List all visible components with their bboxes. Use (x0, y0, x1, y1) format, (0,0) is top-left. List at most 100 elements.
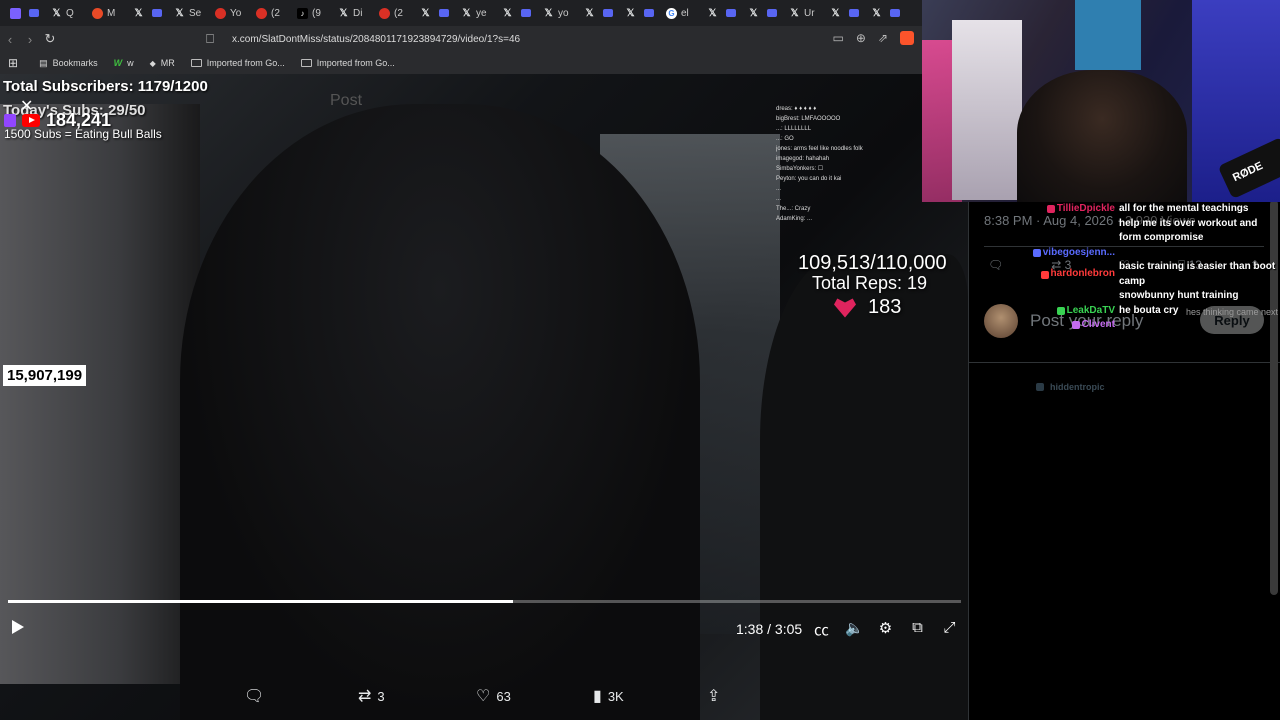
tab-label: (2 (271, 7, 280, 19)
retweet-count: 3 (377, 688, 385, 704)
browser-tab[interactable]: Gel (662, 2, 703, 24)
browser-tab[interactable]: M (88, 2, 129, 24)
back-icon[interactable]: ‹ (0, 32, 20, 47)
browser-tab[interactable]: 𝕏 Se (170, 2, 211, 24)
browser-tab[interactable]: 𝕏 Di (334, 2, 375, 24)
chat-username: Clivent (1010, 318, 1115, 333)
captions-icon[interactable]: ㏄ (813, 619, 830, 640)
video-progress-fill (8, 600, 514, 603)
browser-tab[interactable]: 𝕏 (498, 2, 539, 24)
reply-icon: 🗨 (244, 688, 265, 705)
video-person-main (180, 104, 700, 720)
bookmark-item[interactable]: ◆ MR (150, 58, 175, 68)
views-action[interactable]: ▮ 3K (593, 686, 707, 706)
bookmark-label: Imported from Go... (316, 58, 395, 68)
bookmark-item[interactable]: Imported from Go... (190, 58, 285, 68)
mini-chat-line: ...: LLLLLLLL (776, 126, 812, 132)
x-logo-icon: 𝕏 (52, 7, 61, 19)
retweet-action[interactable]: ⇄ 3 (358, 686, 476, 706)
browser-tab[interactable]: 𝕏 (867, 2, 908, 24)
share-icon[interactable]: ⇗ (878, 31, 888, 45)
chat-line: TillieDpickle all for the mental teaching… (1010, 202, 1280, 217)
browser-tab[interactable]: 𝕏 (703, 2, 744, 24)
browser-tab[interactable]: 𝕏 Ur (785, 2, 826, 24)
mini-chat-line: Peyton: you can do it kai (776, 176, 842, 182)
browser-tab[interactable] (6, 2, 47, 24)
bookmark-page-icon[interactable]: ⎕ (200, 31, 220, 47)
folder-icon (190, 59, 202, 67)
play-icon[interactable] (12, 620, 24, 634)
browser-tab[interactable]: 𝕏 (416, 2, 457, 24)
tab-group-icon (439, 9, 449, 17)
reply-action[interactable]: 🗨 (244, 686, 358, 706)
chat-badge-icon (1071, 321, 1080, 330)
address-bar-actions: ▭ ⊕ ⇗ (833, 31, 914, 45)
browser-tab[interactable]: Yo (211, 2, 252, 24)
fullscreen-icon[interactable]: ⤢ (941, 619, 958, 640)
url-field[interactable]: x.com/SlatDontMiss/status/20848011719238… (232, 34, 520, 45)
browser-tab[interactable]: (2 (375, 2, 416, 24)
apps-grid-icon: ⊞ (8, 56, 19, 70)
bookmark-item[interactable]: Imported from Go... (300, 58, 395, 68)
browser-tab[interactable]: 𝕏yo (539, 2, 580, 24)
badge-icon (1036, 383, 1044, 391)
bookmark-item[interactable]: ⊞ (8, 56, 23, 70)
x-logo-icon: 𝕏 (585, 7, 594, 19)
chat-username-text: LeakDaTV (1066, 304, 1115, 316)
chat-username: LeakDaTV (1010, 304, 1115, 319)
x-logo-icon: 𝕏 (831, 7, 840, 19)
chat-username: TillieDpickle (1010, 202, 1115, 217)
browser-tab[interactable]: 𝕏 (621, 2, 662, 24)
bookmark-item[interactable]: Ww (114, 58, 134, 68)
faint-post-header: Post (330, 92, 363, 109)
brave-shield-icon[interactable] (900, 31, 914, 45)
volume-icon[interactable]: 🔈 (845, 619, 864, 640)
site-icon (10, 7, 21, 19)
tab-label: M (107, 7, 116, 19)
browser-tab[interactable]: 𝕏 (826, 2, 867, 24)
zoom-icon[interactable]: ⊕ (856, 31, 866, 45)
browser-tab[interactable]: 𝕏ye (457, 2, 498, 24)
cast-icon[interactable]: ▭ (833, 31, 844, 45)
pip-icon[interactable]: ⧉ (909, 619, 926, 640)
bookmark-item[interactable]: ▤ Bookmarks (39, 58, 98, 69)
chat-username (1010, 217, 1115, 246)
chat-message: basic training is easier than boot camp (1119, 261, 1276, 287)
reload-icon[interactable]: ↻ (40, 31, 60, 47)
tab-label: Ur (804, 7, 815, 19)
chat-line: snowbunny hunt training (1010, 289, 1280, 304)
youtube-icon (215, 7, 226, 19)
video-progress-bar[interactable] (8, 600, 961, 603)
reps-label-overlay: Total Reps: 19 (812, 273, 928, 293)
webcam-door (952, 20, 1022, 200)
chat-faint-line: hiddentropic (1036, 382, 1105, 392)
mini-chat-overlay: dreas: ♦ ♦ ♦ ♦ ♦ bigBrest: LMFAOOOOO ...: … (776, 104, 926, 224)
big-count-overlay: 15,907,199 (3, 365, 87, 386)
settings-icon[interactable]: ⚙ (877, 619, 894, 640)
x-logo-icon: 𝕏 (626, 7, 635, 19)
close-icon[interactable]: ✕ (20, 96, 33, 116)
x-logo-icon: 𝕏 (175, 7, 184, 19)
browser-tab[interactable]: 𝕏 (129, 2, 170, 24)
mr-icon: ◆ (149, 58, 156, 68)
tweet-reply-icon[interactable]: 🗨 (988, 258, 1003, 273)
chat-line: help me its over workout and form compro… (1010, 217, 1280, 246)
heart-rate-icon (834, 298, 856, 318)
folder-icon (300, 59, 312, 67)
x-logo-icon: 𝕏 (134, 7, 143, 19)
browser-tab[interactable]: 𝕏 (744, 2, 785, 24)
browser-tab[interactable]: 𝕏Q (47, 2, 88, 24)
browser-tab[interactable]: (2 (252, 2, 293, 24)
bookmark-label: Bookmarks (52, 58, 98, 68)
forward-icon[interactable]: › (20, 32, 40, 47)
browser-tab[interactable]: 𝕏 (580, 2, 621, 24)
heart-rate-overlay: 183 (834, 296, 901, 319)
share-action[interactable]: ⇪ (707, 686, 720, 706)
like-action[interactable]: ♡ 63 (476, 686, 593, 706)
webcam-streamer (1017, 70, 1187, 202)
x-logo-icon: 𝕏 (544, 7, 553, 19)
browser-tab[interactable]: ♪ (9 (293, 2, 334, 24)
twitch-icon (4, 114, 16, 127)
chat-username-text: vibegoesjenn... (1042, 246, 1115, 258)
tab-label: Di (353, 7, 363, 19)
